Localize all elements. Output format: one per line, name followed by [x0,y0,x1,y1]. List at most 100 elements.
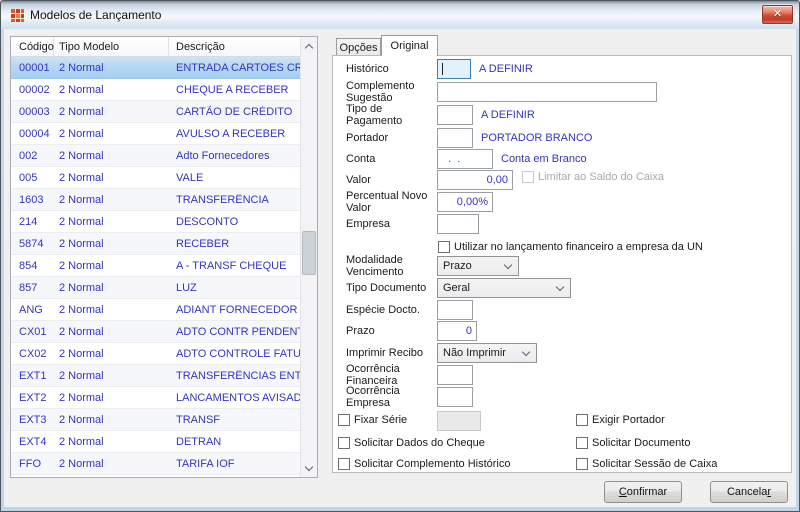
exigir-portador-checkbox[interactable]: Exigir Portador [576,410,665,430]
field-complemento-sugestao: Complemento Sugestão [346,82,785,102]
field-imprimir-recibo: Imprimir Recibo Não Imprimir [346,343,785,363]
table-row[interactable]: 16032 NormalTRANSFERÊNCIA [11,189,300,211]
ocorrencia-empresa-label: Ocorrência Empresa [346,385,437,409]
conta-input[interactable]: . . [437,149,493,169]
ocorrencia-financeira-input[interactable] [437,365,473,385]
checkbox-icon [576,437,588,449]
empresa-input[interactable] [437,214,479,234]
field-portador: Portador PORTADOR BRANCO [346,128,785,148]
confirmar-button[interactable]: Confirmar [604,481,682,503]
limitar-saldo-checkbox: Limitar ao Saldo do Caixa [522,171,664,183]
chevron-down-icon [504,261,512,269]
complemento-input[interactable] [437,82,657,102]
field-prazo: Prazo 0 [346,321,785,341]
field-tipo-pagamento: Tipo de Pagamento A DEFINIR [346,105,785,125]
field-tipo-documento: Tipo Documento Geral [346,278,785,298]
close-icon[interactable]: ✕ [762,5,793,24]
fixar-serie-checkbox[interactable]: Fixar Série [338,414,407,426]
field-modalidade-vencimento: Modalidade Vencimento Prazo [346,256,785,276]
portador-input[interactable] [437,128,473,148]
table-row[interactable]: 2142 NormalDESCONTO [11,211,300,233]
checkbox-icon [338,458,350,470]
checkbox-icon [522,171,534,183]
checkbox-icon [576,414,588,426]
imprimir-recibo-label: Imprimir Recibo [346,347,437,359]
tipo-pagamento-hint: A DEFINIR [481,109,535,121]
chevron-down-icon [522,348,530,356]
title-bar[interactable]: Modelos de Lançamento ✕ [1,1,799,29]
prazo-input[interactable]: 0 [437,321,477,341]
table-row[interactable]: EXT42 NormalDETRAN [11,431,300,453]
solicitar-complemento-checkbox[interactable]: Solicitar Complemento Histórico [338,458,511,470]
dialog-modelos-de-lancamento: Modelos de Lançamento ✕ Código Tipo Mode… [0,0,800,512]
conta-hint: Conta em Branco [501,153,587,165]
field-empresa: Empresa [346,214,785,234]
scrollbar-thumb[interactable] [302,231,316,275]
solicitar-dados-cheque-checkbox[interactable]: Solicitar Dados do Cheque [338,437,485,449]
text-caret [442,63,443,75]
solicitar-sessao-checkbox[interactable]: Solicitar Sessão de Caixa [576,454,717,474]
table-row[interactable]: CX012 NormalADTO CONTR PENDENTE [11,321,300,343]
row-solicitar-complemento-sessao: Solicitar Complemento Histórico Solicita… [338,454,785,474]
app-icon [10,8,25,23]
percentual-label: Percentual Novo Valor [346,190,437,214]
percentual-input[interactable]: 0,00% [437,192,493,212]
table-row[interactable]: 000022 NormalCHEQUE A RECEBER [11,79,300,101]
field-especie-docto: Espécie Docto. [346,300,785,320]
column-header-tipo-modelo[interactable]: Tipo Modelo [54,37,169,56]
table-row[interactable]: FFO2 NormalTARIFA IOF [11,453,300,475]
valor-input[interactable]: 0,00 [437,170,513,190]
scroll-down-icon[interactable] [301,460,317,477]
tipo-documento-dropdown[interactable]: Geral [437,278,571,298]
complemento-label: Complemento Sugestão [346,80,437,104]
field-ocorrencia-empresa: Ocorrência Empresa [346,387,785,407]
tab-original[interactable]: Original [381,35,438,56]
column-header-descricao[interactable]: Descrição [169,37,317,56]
tab-opcoes[interactable]: Opções [336,38,381,56]
conta-label: Conta [346,153,437,165]
historico-input[interactable] [437,59,471,79]
table-row[interactable]: ANG2 NormalADIANT FORNECEDOR [11,299,300,321]
table-row[interactable]: EXT12 NormalTRANSFERÊNCIAS ENTRA [11,365,300,387]
column-header-codigo[interactable]: Código [11,37,54,56]
utilizar-un-checkbox[interactable]: Utilizar no lançamento financeiro a empr… [438,241,703,253]
modalidade-label: Modalidade Vencimento [346,254,437,278]
prazo-label: Prazo [346,325,437,337]
valor-label: Valor [346,174,437,186]
table-row[interactable]: 000032 NormalCARTÃO DE CRÉDITO [11,101,300,123]
table-row[interactable]: 000012 NormalENTRADA CARTOES CRÉD [11,57,300,79]
table-row[interactable]: CX022 NormalADTO CONTROLE FATURA [11,343,300,365]
modalidade-dropdown[interactable]: Prazo [437,256,519,276]
checkbox-icon [576,458,588,470]
tipo-pagamento-input[interactable] [437,105,473,125]
field-conta: Conta . . Conta em Branco [346,149,785,169]
ocorrencia-empresa-input[interactable] [437,387,473,407]
table-row[interactable]: EXT32 NormalTRANSF [11,409,300,431]
dialog-client-area: Código Tipo Modelo Descrição 000012 Norm… [4,29,796,507]
ocorrencia-financeira-label: Ocorrência Financeira [346,363,437,387]
row-solicitar-dados-documento: Solicitar Dados do Cheque Solicitar Docu… [338,433,785,453]
table-row[interactable]: 58742 NormalRECEBER [11,233,300,255]
cancelar-button[interactable]: Cancelar [710,481,788,503]
models-table: Código Tipo Modelo Descrição 000012 Norm… [10,36,318,478]
tab-panel-original: Histórico A DEFINIR Complemento Sugestão… [332,55,792,473]
historico-label: Histórico [346,63,437,75]
table-row[interactable]: 8542 NormalA - TRANSF CHEQUE [11,255,300,277]
table-row[interactable]: 000042 NormalAVULSO A RECEBER [11,123,300,145]
field-historico: Histórico A DEFINIR [346,59,785,79]
vertical-scrollbar[interactable] [300,37,317,477]
table-header: Código Tipo Modelo Descrição [11,37,317,57]
table-row[interactable]: 0052 NormalVALE [11,167,300,189]
especie-input[interactable] [437,300,473,320]
empresa-label: Empresa [346,218,437,230]
field-utilizar-un: Utilizar no lançamento financeiro a empr… [438,237,785,257]
imprimir-recibo-dropdown[interactable]: Não Imprimir [437,343,537,363]
table-row[interactable]: EXT22 NormalLANCAMENTOS AVISADOS [11,387,300,409]
table-row[interactable]: 0022 NormalAdto Fornecedores [11,145,300,167]
window-title: Modelos de Lançamento [30,8,161,22]
checkbox-icon [338,437,350,449]
scroll-up-icon[interactable] [301,37,317,54]
solicitar-documento-checkbox[interactable]: Solicitar Documento [576,433,690,453]
historico-hint: A DEFINIR [479,63,533,75]
table-row[interactable]: 8572 NormalLUZ [11,277,300,299]
